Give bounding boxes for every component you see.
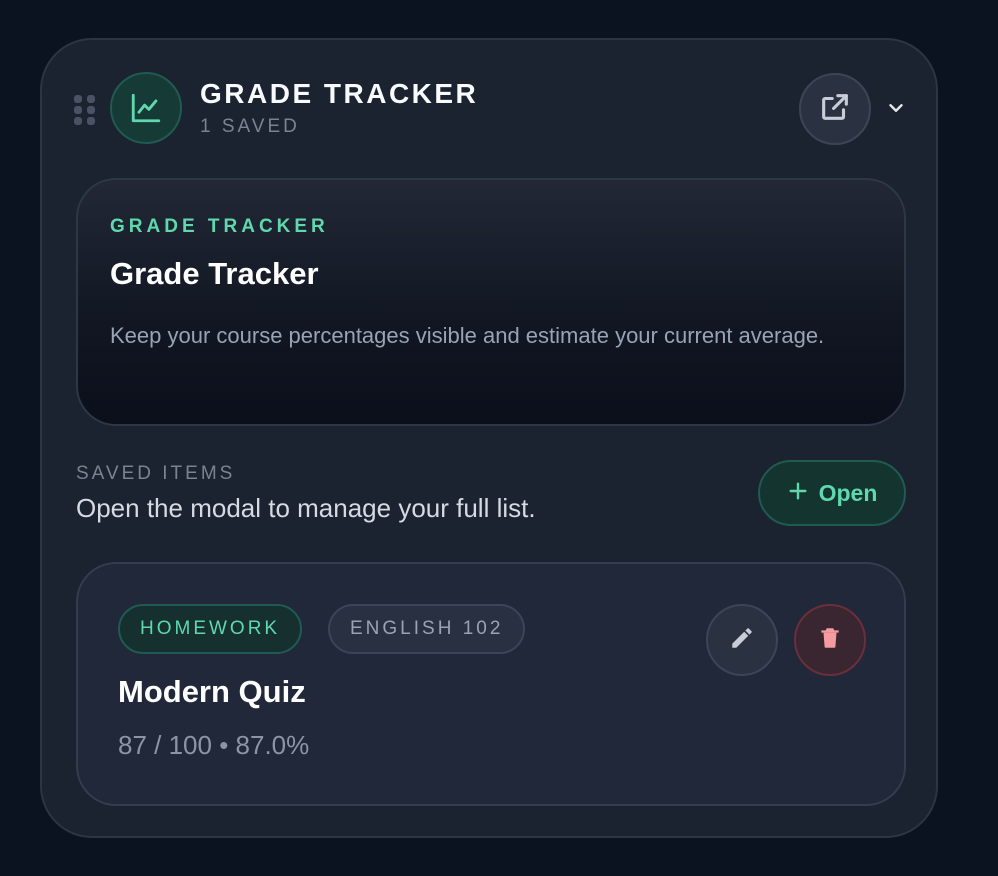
collapse-button[interactable] [880,94,912,126]
saved-items-label: SAVED ITEMS [76,463,236,484]
drag-handle-icon[interactable] [74,95,96,125]
pencil-icon [729,625,755,656]
intro-eyebrow: GRADE TRACKER [110,216,329,237]
intro-card: GRADE TRACKER Grade Tracker Keep your co… [76,178,906,426]
grade-tracker-widget: GRADE TRACKER 1 SAVED GRADE TRACKER Grad… [40,38,938,838]
delete-item-button[interactable] [794,604,866,676]
saved-items-description: Open the modal to manage your full list. [76,493,536,523]
item-score: 87 / 100 • 87.0% [118,730,310,760]
intro-description: Keep your course percentages visible and… [110,323,825,348]
open-modal-button[interactable]: Open [758,460,906,526]
intro-title: Grade Tracker [110,256,319,291]
trash-icon [817,625,843,656]
open-external-button[interactable] [799,73,871,145]
course-badge: ENGLISH 102 [328,604,526,654]
external-link-icon [818,90,852,129]
chevron-down-icon [885,97,907,124]
saved-count: 1 SAVED [200,116,300,137]
list-item: HOMEWORK ENGLISH 102 Modern Quiz 87 / 10… [76,562,906,806]
edit-item-button[interactable] [706,604,778,676]
line-chart-icon [110,72,182,144]
plus-icon [787,480,809,507]
open-button-label: Open [818,479,878,506]
category-badge: HOMEWORK [118,604,303,654]
item-title: Modern Quiz [118,674,306,709]
widget-title: GRADE TRACKER [200,78,479,109]
